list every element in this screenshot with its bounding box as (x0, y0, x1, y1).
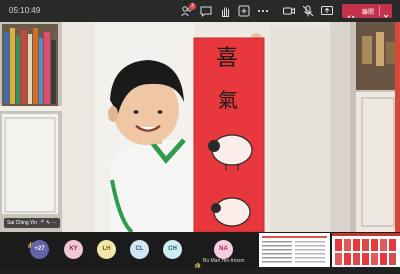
speaker-name-label: Sai Ching Yin 🎤 ✎ ··· (4, 218, 60, 228)
camera-icon[interactable] (282, 4, 296, 18)
avatar[interactable]: LH (97, 240, 116, 259)
shared-content-thumbnail[interactable] (332, 233, 400, 267)
participants-badge: 3 (189, 3, 196, 10)
avatar[interactable]: CH (163, 240, 182, 259)
avatar[interactable]: CL (130, 240, 149, 259)
scroll-character: 喜 (216, 46, 239, 71)
scroll-character: 氣 (218, 88, 238, 112)
speaker-name: Sai Ching Yin (7, 220, 38, 226)
avatar[interactable]: NA (214, 240, 233, 259)
shared-content-thumbnail[interactable] (259, 233, 330, 267)
meeting-toolbar: 05:10:49 3 離開 (0, 0, 400, 22)
chat-icon[interactable] (199, 4, 213, 18)
mic-icon[interactable] (301, 4, 315, 18)
meeting-timer: 05:10:49 (9, 6, 41, 15)
raise-hand-icon[interactable] (218, 4, 232, 18)
participants-icon[interactable]: 3 (180, 3, 196, 18)
raised-hand-participant-name: Bo Man Hin Anson (203, 258, 245, 264)
main-video-feed (0, 22, 400, 232)
phone-icon (347, 7, 355, 18)
leave-label: 離開 (362, 10, 375, 16)
chevron-down-icon[interactable] (382, 7, 390, 18)
participant-overflow[interactable]: +27 (30, 240, 49, 259)
leave-button[interactable]: 離開 (342, 4, 392, 18)
more-icon[interactable] (256, 4, 270, 18)
share-icon[interactable] (320, 4, 334, 18)
avatar[interactable]: KY (64, 240, 83, 259)
raise-hand-icon (194, 256, 201, 268)
reactions-icon[interactable] (237, 4, 251, 18)
